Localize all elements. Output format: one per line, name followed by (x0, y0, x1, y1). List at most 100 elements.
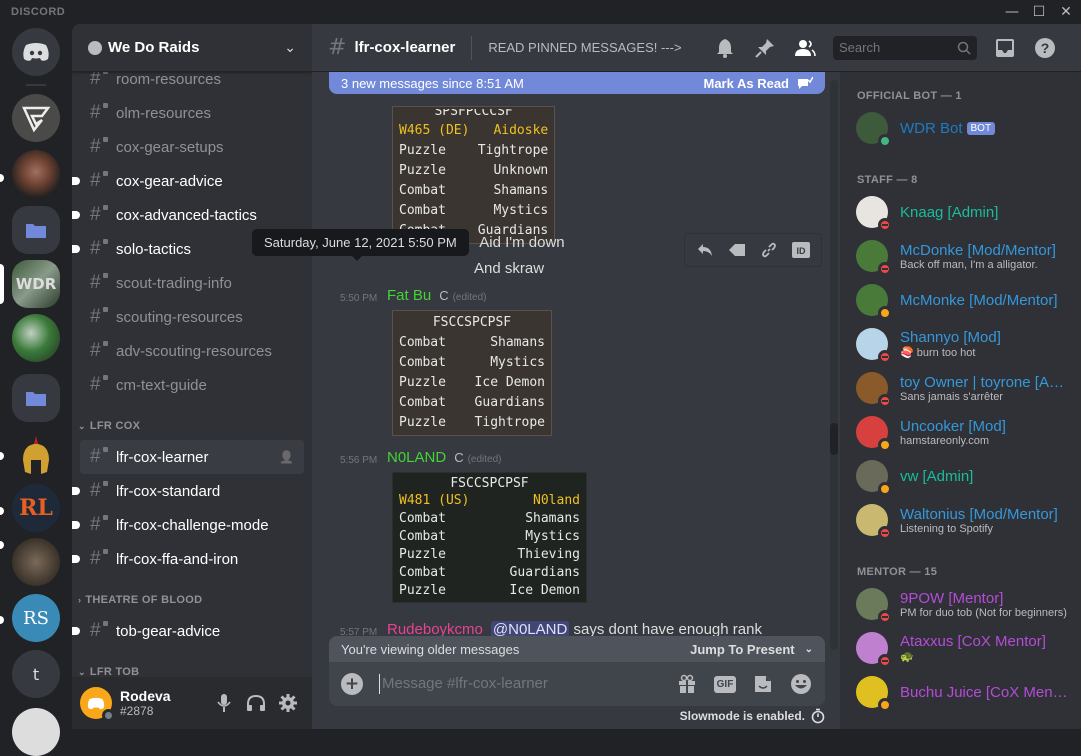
channel-item[interactable]: # cox-gear-setups (80, 130, 304, 164)
tag-button[interactable] (725, 238, 749, 262)
reply-icon (698, 244, 712, 256)
member-avatar (856, 284, 892, 320)
message-image-raid-layout[interactable]: FSCCSPCPSF W481 (US) N0land Combat Shamans… (392, 472, 587, 603)
channel-item[interactable]: # lfr-cox-ffa-and-iron (72, 542, 304, 576)
message-author[interactable]: N0LAND (387, 449, 446, 466)
inbox-button[interactable] (993, 36, 1017, 60)
channel-name: cox-advanced-tactics (116, 206, 257, 224)
channel-category[interactable]: › THEATRE OF BLOOD (72, 586, 312, 614)
server-icon-t[interactable]: t (12, 650, 60, 698)
category-chevron-icon: › (78, 595, 82, 605)
server-icon-wdr[interactable]: WDR (12, 260, 60, 308)
channel-item[interactable]: # tob-gear-advice (72, 614, 304, 648)
server-icon-runelite[interactable]: RL (12, 484, 60, 532)
locked-channel-icon: # (90, 514, 110, 536)
world-label: W481 (US) (399, 493, 470, 508)
emoji-button[interactable] (789, 672, 813, 696)
channel-item[interactable]: # lfr-cox-standard (72, 474, 304, 508)
channel-item[interactable]: # lfr-cox-learner 👤 (80, 440, 304, 474)
channel-topic[interactable]: READ PINNED MESSAGES! ---> (488, 40, 705, 55)
member-item[interactable]: Waltonius [Mod/Mentor] Listening to Spoti… (840, 498, 1081, 542)
link-icon (762, 242, 776, 258)
create-invite-icon[interactable]: 👤 (279, 450, 294, 464)
sticker-button[interactable] (751, 672, 775, 696)
search-input[interactable]: Search (833, 35, 977, 60)
message-timestamp[interactable]: 5:50 PM (340, 293, 377, 304)
server-icon[interactable] (12, 538, 60, 586)
member-item[interactable]: McDonke [Mod/Mentor] Back off man, I'm a … (840, 234, 1081, 278)
locked-channel-icon: # (90, 170, 110, 192)
server-icon[interactable] (12, 432, 60, 480)
channel-item[interactable]: # cm-text-guide (80, 368, 304, 402)
scrollbar-thumb[interactable] (830, 423, 838, 455)
layout-row: Combat Mystics (399, 203, 549, 218)
message-input[interactable]: Message #lfr-cox-learner (379, 674, 661, 694)
member-name: Buchu Juice [CoX Mentor] (900, 683, 1070, 701)
inbox-icon (996, 38, 1014, 57)
sticker-icon (755, 676, 771, 692)
notification-bell-button[interactable] (713, 36, 737, 60)
layout-row: Puzzle Thieving (399, 547, 580, 562)
server-icon[interactable] (12, 94, 60, 142)
message-timestamp[interactable]: 5:56 PM (340, 455, 377, 466)
locked-channel-icon: # (90, 340, 110, 362)
user-avatar[interactable] (80, 687, 115, 722)
server-header[interactable]: We Do Raids ⌄ (72, 24, 312, 72)
reply-button[interactable] (693, 238, 717, 262)
locked-channel-icon: # (90, 306, 110, 328)
copy-link-button[interactable] (757, 238, 781, 262)
member-item[interactable]: Shannyo [Mod] 🍣 burn too hot (840, 322, 1081, 366)
message-scrollbar[interactable] (830, 80, 838, 650)
unread-indicator (0, 174, 4, 182)
upload-button[interactable]: + (341, 673, 363, 695)
deafen-button[interactable] (240, 687, 272, 719)
gift-button[interactable] (675, 672, 699, 696)
channel-sidebar: We Do Raids ⌄ # room-resources # olm-resour… (72, 24, 312, 729)
channel-item[interactable]: # scout-trading-info (80, 266, 304, 300)
message-image-raid-layout[interactable]: FSCCSPCPSF Combat Shamans Combat Mystics P… (392, 310, 552, 436)
category-chevron-icon: ⌄ (78, 420, 86, 431)
member-item[interactable]: Uncooker [Mod] hamstareonly.com (840, 410, 1081, 454)
message-image-raid-layout[interactable]: SPSFPCCCSF W465 (DE) Aidoske Puzzle Tightr… (392, 106, 556, 244)
member-item[interactable]: 9POW [Mentor] PM for duo tob (Not for beg… (840, 582, 1081, 626)
message-author[interactable]: Fat Bu (387, 287, 431, 304)
server-logo-icon (22, 106, 51, 133)
member-item[interactable]: Buchu Juice [CoX Mentor] (840, 670, 1081, 714)
server-folder[interactable] (12, 374, 60, 422)
member-item[interactable]: Knaag [Admin] (840, 190, 1081, 234)
new-messages-bar[interactable]: 3 new messages since 8:51 AM Mark As Rea… (329, 72, 825, 94)
older-messages-text: You're viewing older messages (341, 641, 520, 657)
status-dnd-icon (878, 610, 892, 624)
mute-button[interactable] (208, 687, 240, 719)
jump-to-present-button[interactable]: Jump To Present ⌄ (690, 642, 813, 657)
minimize-button[interactable]: — (1000, 2, 1024, 22)
gif-button[interactable]: GIF (713, 672, 737, 696)
server-icon[interactable] (12, 150, 60, 198)
member-item[interactable]: WDR Bot BOT (840, 106, 1081, 150)
member-list-button[interactable] (793, 36, 817, 60)
server-icon-rs-wiki[interactable]: RS (12, 594, 60, 642)
maximize-button[interactable]: ☐ (1027, 2, 1051, 22)
server-icon[interactable] (12, 708, 60, 756)
slowmode-notice: Slowmode is enabled. (680, 708, 825, 724)
home-button[interactable] (12, 28, 60, 76)
close-button[interactable]: ✕ (1054, 2, 1078, 22)
channel-item[interactable]: # scouting-resources (80, 300, 304, 334)
channel-item[interactable]: # cox-gear-advice (72, 164, 304, 198)
copy-id-button[interactable]: ID (789, 238, 813, 262)
channel-item[interactable]: # olm-resources (80, 96, 304, 130)
member-item[interactable]: vw [Admin] (840, 454, 1081, 498)
mark-as-read-button[interactable]: Mark As Read (704, 76, 813, 91)
channel-category[interactable]: ⌄ LFR COX (72, 412, 312, 440)
channel-item[interactable]: # cox-advanced-tactics (72, 198, 304, 232)
channel-item[interactable]: # adv-scouting-resources (80, 334, 304, 368)
channel-item[interactable]: # lfr-cox-challenge-mode (72, 508, 304, 542)
server-icon[interactable] (12, 314, 60, 362)
member-item[interactable]: Ataxxus [CoX Mentor] 🐢 (840, 626, 1081, 670)
help-button[interactable]: ? (1033, 36, 1057, 60)
user-settings-button[interactable] (272, 687, 304, 719)
member-item[interactable]: McMonke [Mod/Mentor] (840, 278, 1081, 322)
pinned-messages-button[interactable] (753, 36, 777, 60)
member-item[interactable]: toy Owner | toyrone [Admin] Sans jamais s… (840, 366, 1081, 410)
server-folder[interactable] (12, 206, 60, 254)
